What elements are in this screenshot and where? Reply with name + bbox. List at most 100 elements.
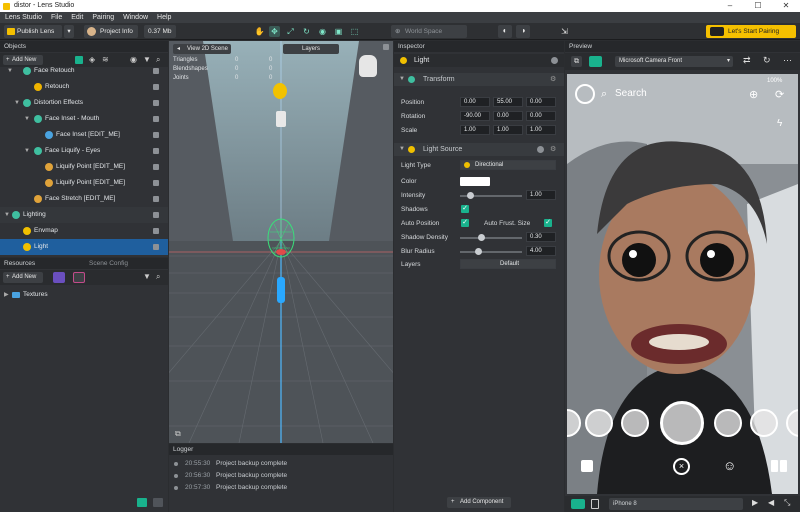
lens-carousel-item[interactable]	[621, 409, 649, 437]
transform-section-header[interactable]: ▼ Transform ⚙	[394, 73, 564, 86]
viewport-settings-icon[interactable]	[383, 44, 389, 50]
publish-lens-button[interactable]: Publish Lens	[4, 25, 62, 38]
audio-icon[interactable]: ◀	[768, 498, 774, 507]
maximize-button[interactable]: ☐	[744, 0, 772, 12]
visibility-toggle-icon[interactable]	[153, 212, 159, 218]
fit-view-icon[interactable]: ⧉	[175, 429, 181, 439]
visibility-toggle-icon[interactable]	[153, 84, 159, 90]
discover-icon[interactable]	[771, 460, 787, 472]
snap-icon[interactable]: ◐	[498, 25, 512, 38]
expand-arrow-icon[interactable]: ▼	[24, 111, 30, 127]
camera-gizmo-icon[interactable]	[276, 111, 286, 127]
resource-item-textures[interactable]: ▶ Textures	[0, 287, 168, 303]
tree-item-light[interactable]: Light	[0, 239, 168, 255]
swap-camera-icon[interactable]: ⇄	[743, 55, 751, 66]
blur-radius-input[interactable]: 4.00	[526, 246, 556, 256]
flip-camera-icon[interactable]: ⟳	[775, 88, 784, 101]
resources-add-new-button[interactable]: + Add New	[3, 272, 43, 283]
tree-item-face-liquify-eyes[interactable]: ▼ Face Liquify - Eyes	[0, 143, 168, 159]
rotation-z-input[interactable]: 0.00	[526, 111, 556, 121]
component-toggle-icon[interactable]	[537, 146, 544, 153]
bounds-tool-icon[interactable]: ⬚	[349, 26, 360, 37]
axis-gizmo-icon[interactable]	[277, 277, 285, 303]
collapse-arrow-icon[interactable]: ▼	[399, 143, 405, 156]
expand-arrow-icon[interactable]: ▼	[4, 207, 10, 223]
layers-dropdown[interactable]: Default	[460, 259, 556, 269]
visibility-toggle-icon[interactable]	[153, 148, 159, 154]
scene-viewport[interactable]: ◂ View 2D Scene Layers Triangles 0 0 Blend…	[169, 41, 393, 443]
scale-tool-icon[interactable]: ⤢	[285, 26, 296, 37]
camera-dropdown[interactable]: Microsoft Camera Front ▾	[615, 56, 733, 67]
lens-carousel-item[interactable]	[585, 409, 613, 437]
auto-frust-checkbox[interactable]: ✓	[544, 219, 552, 227]
tree-item-liquify-point-1[interactable]: Liquify Point [EDIT_ME]	[0, 159, 168, 175]
add-component-button[interactable]: + Add Component	[447, 497, 511, 508]
menu-file[interactable]: File	[51, 12, 62, 23]
position-y-input[interactable]: 55.00	[493, 97, 523, 107]
position-x-input[interactable]: 0.00	[460, 97, 490, 107]
preview-camera-feed[interactable]: ⌕ Search 100% ⊕ ⟳ ϟ × ☺	[567, 74, 798, 494]
project-info-button[interactable]: Project Info	[84, 25, 138, 38]
publish-dropdown-button[interactable]: ▾	[64, 25, 74, 38]
tree-item-face-retouch[interactable]: ▼ Face Retouch	[0, 67, 168, 79]
visibility-toggle-icon[interactable]	[153, 132, 159, 138]
menu-lens-studio[interactable]: Lens Studio	[5, 12, 42, 23]
grid-mode-icon[interactable]	[153, 498, 163, 507]
objects-add-new-button[interactable]: + Add New	[3, 55, 43, 65]
video-record-icon[interactable]: ▶	[752, 498, 758, 507]
face-mesh-icon[interactable]	[265, 216, 297, 264]
tree-item-lighting[interactable]: ▼ Lighting	[0, 207, 168, 223]
visibility-toggle-icon[interactable]	[153, 244, 159, 250]
rotation-x-input[interactable]: -90.00	[460, 111, 490, 121]
intensity-input[interactable]: 1.00	[526, 190, 556, 200]
visibility-toggle-icon[interactable]	[153, 100, 159, 106]
search-icon[interactable]: ⌕	[601, 88, 607, 101]
shadow-density-input[interactable]: 0.30	[526, 232, 556, 242]
shadows-checkbox[interactable]: ✓	[461, 205, 469, 213]
shadow-density-slider-knob[interactable]	[478, 234, 485, 241]
tree-item-face-inset-mouth[interactable]: ▼ Face Inset - Mouth	[0, 111, 168, 127]
view-2d-scene-button[interactable]: ◂ View 2D Scene	[173, 44, 231, 54]
layers-icon[interactable]: ≋	[102, 55, 109, 64]
scale-z-input[interactable]: 1.00	[526, 125, 556, 135]
minimize-button[interactable]: –	[716, 0, 744, 12]
phone-portrait-icon[interactable]	[571, 499, 585, 509]
preview-copy-icon[interactable]: ⧉	[571, 56, 582, 67]
device-icon[interactable]: ◑	[516, 25, 530, 38]
webcam-icon[interactable]	[589, 56, 602, 67]
blur-radius-slider-track[interactable]	[460, 251, 522, 253]
pairing-button[interactable]: Let's Start Pairing	[706, 25, 796, 38]
list-mode-icon[interactable]	[137, 498, 147, 507]
gear-icon[interactable]: ⚙	[550, 143, 556, 156]
tree-item-face-inset[interactable]: Face Inset [EDIT_ME]	[0, 127, 168, 143]
close-window-button[interactable]: ✕	[772, 0, 800, 12]
move-tool-icon[interactable]: ✥	[269, 26, 280, 37]
filter-icon[interactable]: ▼	[143, 272, 151, 281]
resource-import-icon[interactable]	[73, 272, 85, 283]
gear-icon[interactable]: ⚙	[550, 73, 556, 86]
visibility-toggle-icon[interactable]	[153, 180, 159, 186]
lens-carousel-item[interactable]	[714, 409, 742, 437]
expand-arrow-icon[interactable]: ▼	[24, 143, 30, 159]
fullscreen-icon[interactable]: ⤡	[784, 498, 790, 508]
rotate-tool-icon[interactable]: ↻	[301, 26, 312, 37]
tree-item-envmap[interactable]: Envmap	[0, 223, 168, 239]
rect-tool-icon[interactable]: ▣	[333, 26, 344, 37]
shadow-density-slider-track[interactable]	[460, 237, 522, 239]
light-gizmo-icon[interactable]	[273, 83, 287, 99]
profile-icon[interactable]	[575, 84, 595, 104]
lens-face-icon[interactable]: ☺	[723, 458, 736, 473]
collapse-arrow-icon[interactable]: ▼	[399, 73, 405, 86]
expand-arrow-icon[interactable]: ▶	[4, 287, 9, 303]
restart-icon[interactable]: ↻	[763, 55, 771, 66]
world-tool-icon[interactable]: ◉	[317, 26, 328, 37]
tree-item-liquify-point-2[interactable]: Liquify Point [EDIT_ME]	[0, 175, 168, 191]
more-icon[interactable]: ⋯	[783, 55, 792, 66]
cube-icon[interactable]: ◈	[89, 55, 95, 64]
hand-tool-icon[interactable]: ✋	[254, 26, 265, 37]
tree-item-retouch[interactable]: Retouch	[0, 79, 168, 95]
search-icon[interactable]: ⌕	[156, 272, 160, 282]
phone-landscape-icon[interactable]	[591, 499, 599, 509]
flash-icon[interactable]: ϟ	[777, 118, 782, 129]
layers-dropdown[interactable]: Layers	[283, 44, 339, 54]
